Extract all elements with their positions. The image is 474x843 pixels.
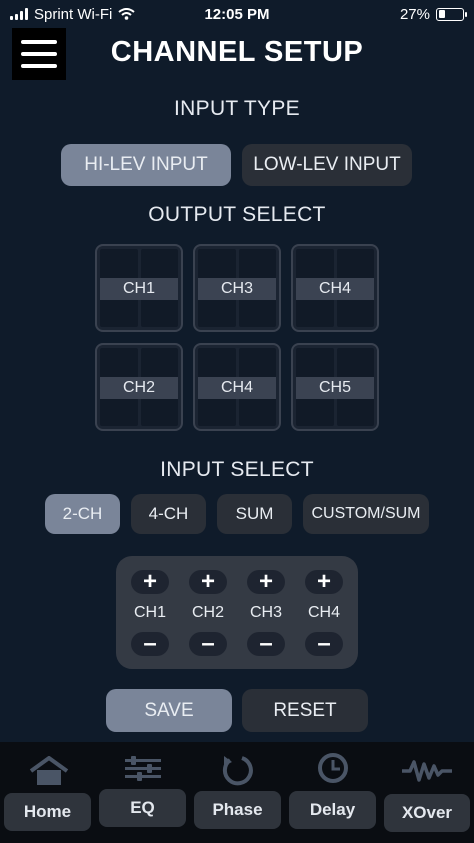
phase-icon: [222, 756, 253, 786]
waveform-icon: [402, 760, 452, 782]
save-button[interactable]: SAVE: [106, 689, 232, 732]
mixer-channel-ch2: + CH2 –: [183, 556, 233, 669]
output-box-ch3[interactable]: CH3: [193, 244, 281, 332]
tab-phase-label: Phase: [194, 791, 281, 829]
clock-icon: [318, 753, 348, 783]
output-box-ch4[interactable]: CH4: [291, 244, 379, 332]
battery-fill: [438, 10, 445, 18]
output-box-ch1[interactable]: CH1: [95, 244, 183, 332]
output-box-label: CH5: [296, 377, 374, 399]
ch3-minus-button[interactable]: –: [247, 632, 285, 656]
mixer-channel-label: CH1: [133, 604, 166, 621]
mixer-channel-ch4: + CH4 –: [299, 556, 349, 669]
signal-icon: [10, 8, 28, 20]
tab-xover-label: XOver: [384, 794, 470, 832]
tab-phase[interactable]: Phase: [190, 742, 285, 843]
ch3-plus-button[interactable]: +: [247, 570, 285, 594]
ch4-plus-button[interactable]: +: [305, 570, 343, 594]
ch1-plus-button[interactable]: +: [131, 570, 169, 594]
mixer-channel-label: CH3: [249, 604, 282, 621]
input-custom-sum-button[interactable]: CUSTOM/SUM: [303, 494, 429, 534]
status-left: Sprint Wi-Fi: [10, 6, 135, 23]
input-select-label: INPUT SELECT: [160, 458, 314, 481]
output-box-label: CH1: [100, 278, 178, 300]
output-box-label: CH4: [198, 377, 276, 399]
output-box-ch2[interactable]: CH2: [95, 343, 183, 431]
input-sum-button[interactable]: SUM: [217, 494, 292, 534]
carrier-label: Sprint Wi-Fi: [34, 5, 113, 23]
page-title: CHANNEL SETUP: [110, 36, 364, 68]
ch2-minus-button[interactable]: –: [189, 632, 227, 656]
tab-eq[interactable]: EQ: [95, 742, 190, 843]
home-icon: [29, 756, 69, 785]
tab-delay-label: Delay: [289, 791, 376, 829]
mixer-channel-label: CH4: [307, 604, 340, 621]
ch2-plus-button[interactable]: +: [189, 570, 227, 594]
ch4-minus-button[interactable]: –: [305, 632, 343, 656]
tab-delay[interactable]: Delay: [285, 742, 380, 843]
wifi-icon: [118, 8, 135, 20]
battery-percent: 27%: [399, 5, 430, 23]
mixer-channel-ch3: + CH3 –: [241, 556, 291, 669]
channel-mixer-panel: + CH1 – + CH2 – + CH3 – + CH4 –: [116, 556, 358, 669]
reset-button[interactable]: RESET: [242, 689, 368, 732]
ch1-minus-button[interactable]: –: [131, 632, 169, 656]
output-box-label: CH2: [100, 377, 178, 399]
input-type-label: INPUT TYPE: [174, 97, 300, 120]
mixer-channel-ch1: + CH1 –: [125, 556, 175, 669]
status-right: 27%: [399, 5, 467, 23]
status-bar: Sprint Wi-Fi 12:05 PM 27%: [0, 0, 474, 28]
output-box-ch4-lower[interactable]: CH4: [193, 343, 281, 431]
tab-xover[interactable]: XOver: [380, 742, 474, 843]
mixer-channel-label: CH2: [191, 604, 224, 621]
bottom-tab-bar: Home EQ Phase Delay XOver: [0, 742, 474, 843]
battery-icon: [436, 7, 467, 21]
output-select-label: OUTPUT SELECT: [148, 203, 326, 226]
output-box-label: CH3: [198, 278, 276, 300]
input-2ch-button[interactable]: 2-CH: [45, 494, 120, 534]
tab-eq-label: EQ: [99, 789, 186, 827]
hi-lev-input-button[interactable]: HI-LEV INPUT: [61, 144, 231, 186]
input-4ch-button[interactable]: 4-CH: [131, 494, 206, 534]
output-box-ch5[interactable]: CH5: [291, 343, 379, 431]
tab-home-label: Home: [4, 793, 91, 831]
output-box-label: CH4: [296, 278, 374, 300]
tab-home[interactable]: Home: [0, 742, 95, 843]
low-lev-input-button[interactable]: LOW-LEV INPUT: [242, 144, 412, 186]
equalizer-icon: [125, 756, 161, 781]
